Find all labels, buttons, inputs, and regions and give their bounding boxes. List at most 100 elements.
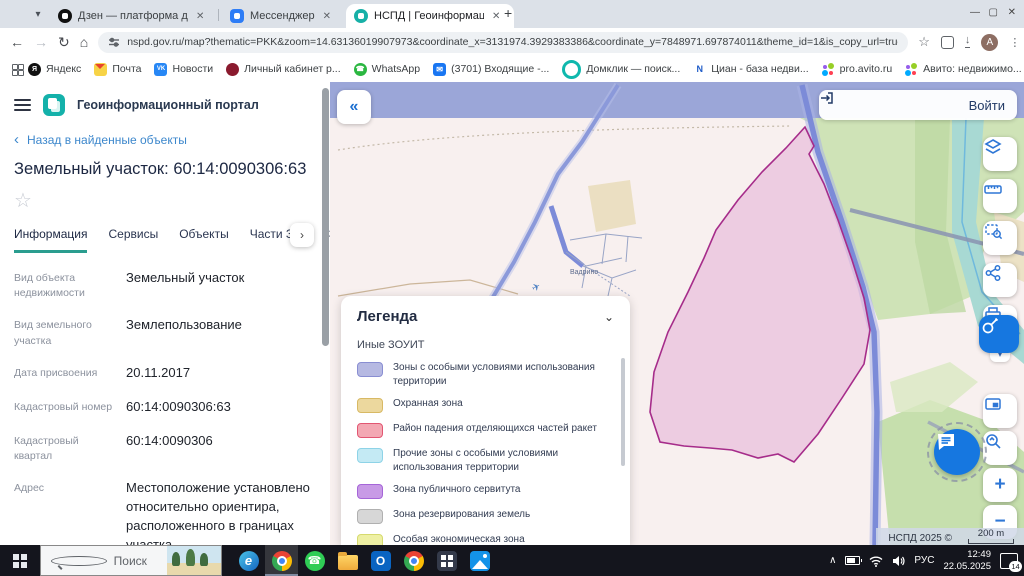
tab-information[interactable]: Информация [14,227,88,253]
bookmark-account[interactable]: Личный кабинет р... [226,62,341,76]
notifications-icon[interactable]: 14 [1000,552,1022,572]
panel-scrollbar[interactable] [322,86,329,541]
legend-item: Район падения отделяющихся частей ракет [357,422,614,438]
object-search-button[interactable] [983,431,1017,465]
downloads-icon[interactable]: ↓ [964,35,971,48]
panel-collapse-button[interactable]: « [337,90,371,124]
chrome-icon [271,550,292,571]
forward-icon[interactable]: → [34,35,48,49]
screenshot-button[interactable] [983,394,1017,428]
taskbar-chrome2[interactable] [397,545,430,576]
taskbar-photos[interactable] [463,545,496,576]
language-indicator[interactable]: РУС [914,555,934,566]
bookmark-domclick[interactable]: Домклик — поиск... [562,59,680,79]
taskbar-store[interactable] [430,545,463,576]
back-to-results-link[interactable]: ‹ Назад в найденные объекты [14,132,316,147]
taskbar-outlook[interactable]: O [364,545,397,576]
dzen-icon [58,9,72,23]
legend-item: Зоны с особыми условиями использования т… [357,361,614,388]
area-search-button[interactable] [983,221,1017,255]
bookmark-avito[interactable]: Авито: недвижимо... [905,62,1022,76]
address-bar[interactable]: nspd.gov.ru/map?thematic=PKK&zoom=14.631… [98,31,909,53]
browser-tab-dzen[interactable]: Дзен — платформа для прос ✕ [50,4,232,28]
wifi-icon[interactable] [869,555,883,567]
time-text: 12:49 [967,548,991,560]
bookmark-inbox[interactable]: ✉ (3701) Входящие -... [433,62,549,76]
legend-scrollbar[interactable] [621,358,625,466]
chat-fab-button[interactable] [927,422,987,482]
login-button[interactable]: Войти [819,90,1017,120]
browser-tab-messenger[interactable]: Мессенджер ✕ [222,4,360,28]
favorite-star-icon[interactable]: ☆ [14,191,316,211]
measure-button[interactable] [983,179,1017,213]
close-icon[interactable]: ✕ [196,11,204,22]
bookmark-news[interactable]: VK Новости [154,62,213,76]
close-window-button[interactable]: ✕ [1008,7,1016,18]
bookmark-yandex[interactable]: Я Яндекс [28,62,81,76]
speaker-icon[interactable] [892,555,905,567]
share-button[interactable] [983,263,1017,297]
scrollbar-thumb[interactable] [322,88,329,346]
taskbar-chrome-active[interactable] [265,545,298,576]
taskbar-edge[interactable]: e [232,545,265,576]
attribution-text: НСПД 2025 © [888,533,952,544]
taskbar-explorer[interactable] [331,545,364,576]
tab-objects[interactable]: Объекты [179,227,229,253]
browser-menu-icon[interactable]: ⋮ [1009,36,1020,49]
avito-icon [905,62,919,76]
site-settings-icon[interactable] [108,36,120,48]
taskbar-whatsapp[interactable]: ☎ [298,545,331,576]
bookmark-whatsapp[interactable]: ☎ WhatsApp [353,62,420,76]
new-tab-button[interactable]: + [504,6,512,20]
bookmark-mail[interactable]: Почта [94,62,141,76]
legend-swatch [357,362,383,377]
legend-swatch [357,534,383,545]
taskbar-clock[interactable]: 12:49 22.05.2025 [943,549,991,573]
maximize-button[interactable]: ▢ [989,7,998,18]
legend-item: Зона публичного сервитута [357,483,614,499]
extensions-icon[interactable] [940,35,954,49]
map-area[interactable]: ✈ Вадрино « Войти ▾ + − Легенда ⌄ Иные З… [330,82,1024,545]
windows-taskbar: Поиск e ☎ O ∧ РУС 12:49 22.05.2025 14 [0,545,1024,576]
tab-separator [218,9,219,21]
field-row: Кадастровый номер 60:14:0090306:63 [14,398,231,414]
draw-tool-button-active[interactable] [979,315,1019,353]
close-icon[interactable]: ✕ [323,11,331,22]
portal-header: Геоинформационный портал [0,82,330,116]
layers-button[interactable] [983,137,1017,171]
mail-icon [94,62,108,76]
legend-panel: Легенда ⌄ Иные ЗОУИТ Зоны с особыми усло… [341,296,630,545]
whatsapp-icon: ☎ [304,550,325,571]
bookmark-avito-pro[interactable]: pro.avito.ru [821,62,892,76]
tab-services[interactable]: Сервисы [108,227,158,253]
back-icon[interactable]: ← [10,35,24,49]
battery-icon[interactable] [845,556,863,565]
date-text: 22.05.2025 [943,560,991,572]
widget-thumbnail[interactable] [167,546,222,575]
profile-avatar[interactable]: A [981,33,999,51]
screen: { "browser": { "tabs": [ {"title": "Дзен… [0,0,1024,576]
close-icon[interactable]: ✕ [492,11,500,22]
browser-tab-nspd[interactable]: НСПД | Геоинформационный ✕ [346,4,514,28]
vk-news-icon: VK [154,62,168,76]
taskbar-search[interactable]: Поиск [40,545,222,576]
store-icon [436,550,457,571]
start-button[interactable] [0,545,40,576]
outlook-icon: O [370,550,391,571]
bookmark-cian[interactable]: N Циан - база недви... [693,62,809,76]
chrome-icon [403,550,424,571]
share-icon [985,265,1001,281]
tab-list-chevron-icon[interactable]: ▾ [28,6,48,22]
zoom-in-button[interactable]: + [983,468,1017,502]
menu-burger-icon[interactable] [14,99,31,111]
tray-expand-icon[interactable]: ∧ [829,555,836,566]
minimize-button[interactable]: — [970,7,980,18]
reload-icon[interactable]: ↻ [58,35,70,49]
bookmark-star-icon[interactable]: ☆ [918,34,930,50]
home-icon[interactable]: ⌂ [80,35,88,49]
draw-tool-icon [982,317,999,334]
area-search-icon [985,224,1003,240]
legend-collapse-icon[interactable]: ⌄ [604,310,614,324]
legend-items: Зоны с особыми условиями использования т… [357,361,614,545]
tabs-scroll-right-button[interactable]: › [290,223,314,247]
